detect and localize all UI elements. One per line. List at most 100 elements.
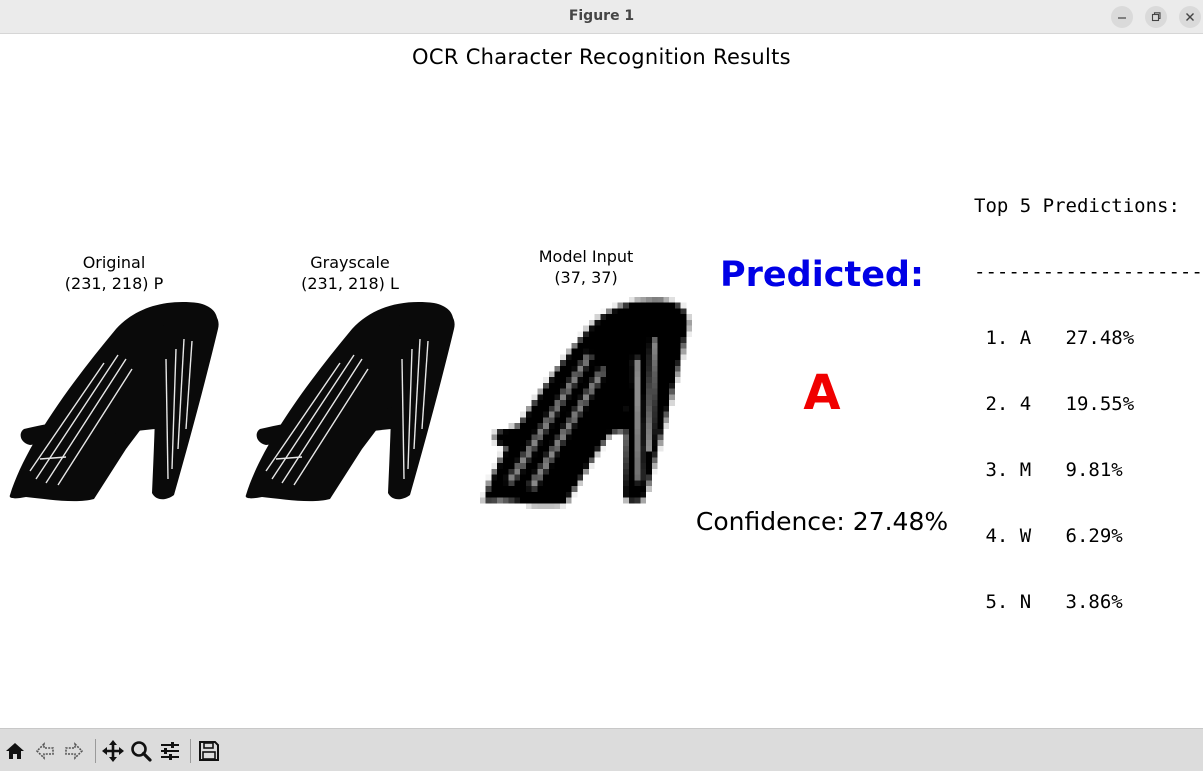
pixel	[680, 354, 687, 361]
pixel	[537, 400, 544, 406]
pan-button[interactable]	[100, 738, 126, 764]
pixel	[577, 337, 584, 343]
pixel	[628, 314, 635, 320]
pixel	[548, 371, 555, 378]
pixel	[531, 411, 538, 418]
pixel	[531, 445, 538, 452]
pixel	[651, 342, 658, 349]
pixel	[565, 388, 572, 395]
pixel	[606, 319, 612, 326]
pixel	[543, 497, 549, 504]
pixel	[663, 400, 670, 406]
pixel	[543, 474, 549, 481]
pixel	[583, 360, 589, 366]
minimize-button[interactable]	[1111, 6, 1133, 28]
pixel	[543, 463, 549, 469]
pixel	[594, 388, 601, 395]
pixel	[669, 365, 675, 372]
pixel	[657, 428, 664, 435]
pixel	[543, 428, 549, 435]
figure-canvas[interactable]: OCR Character Recognition Results Origin…	[0, 35, 1203, 728]
pixel	[669, 302, 675, 309]
pixel	[537, 394, 544, 401]
pixel	[634, 480, 641, 487]
pixel	[565, 348, 572, 355]
pixel	[634, 451, 641, 458]
pixel	[651, 325, 658, 332]
pixel	[680, 319, 687, 326]
pixel	[680, 302, 687, 309]
pixel	[571, 445, 578, 452]
pixel	[560, 423, 566, 429]
pixel	[554, 417, 561, 424]
pixel	[651, 457, 658, 464]
forward-button[interactable]	[61, 738, 87, 764]
pixel	[606, 423, 612, 429]
pixel	[623, 497, 629, 504]
save-button[interactable]	[196, 738, 222, 764]
pixel	[646, 468, 652, 475]
pixel	[623, 486, 629, 492]
pixel	[634, 400, 641, 406]
pixel	[680, 331, 687, 338]
pixel	[531, 440, 538, 446]
pixel	[634, 497, 641, 504]
pixel	[674, 371, 681, 378]
pixel	[680, 325, 687, 332]
home-button[interactable]	[2, 738, 28, 764]
pixel	[502, 457, 509, 464]
pixel	[577, 463, 584, 469]
pixel	[485, 491, 492, 498]
pixel	[663, 411, 670, 418]
close-button[interactable]	[1179, 6, 1201, 28]
pixel	[480, 497, 486, 504]
pixel	[508, 428, 515, 435]
panel-title-line2: (37, 37)	[554, 268, 618, 287]
pixel	[611, 388, 618, 395]
pixel	[623, 400, 629, 406]
pixel	[623, 348, 629, 355]
pixel	[525, 486, 532, 492]
pixel	[537, 423, 544, 429]
pixel	[571, 491, 578, 498]
zoom-button[interactable]	[128, 738, 154, 764]
pixel	[554, 365, 561, 372]
pixel	[674, 325, 681, 332]
maximize-button[interactable]	[1145, 6, 1167, 28]
predicted-label: Predicted:	[720, 255, 924, 295]
pixel	[520, 463, 526, 469]
pixel	[669, 342, 675, 349]
pixel	[588, 445, 595, 452]
pixel	[565, 354, 572, 361]
pixel	[485, 474, 492, 481]
pixel	[548, 474, 555, 481]
configure-subplots-button[interactable]	[157, 738, 183, 764]
pixel	[634, 388, 641, 395]
pixel	[617, 411, 624, 418]
pixel	[508, 445, 515, 452]
pixel	[577, 480, 584, 487]
pixel	[646, 434, 652, 441]
pixel	[611, 342, 618, 349]
pixel	[497, 428, 503, 435]
panel-title-line2: (231, 218) L	[301, 274, 399, 293]
pixel	[623, 445, 629, 452]
pixel	[628, 451, 635, 458]
pixel	[583, 440, 589, 446]
pixel	[600, 337, 607, 343]
pixel	[600, 417, 607, 424]
pixel	[674, 308, 681, 315]
pixel	[583, 337, 589, 343]
back-button[interactable]	[32, 738, 58, 764]
panel-title-line1: Original	[82, 253, 146, 272]
pixel	[560, 497, 566, 504]
pixel	[628, 497, 635, 504]
pixel	[537, 445, 544, 452]
pixel	[497, 463, 503, 469]
pixel	[594, 342, 601, 349]
zoom-icon	[131, 741, 152, 762]
pixel	[560, 445, 566, 452]
pixel	[548, 451, 555, 458]
pixel	[537, 497, 544, 504]
pixel	[583, 365, 589, 372]
